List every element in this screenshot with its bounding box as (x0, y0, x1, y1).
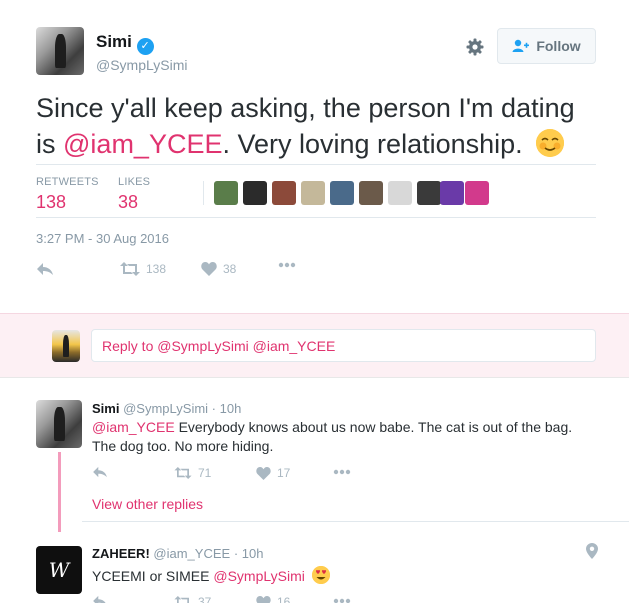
liker-avatar[interactable] (330, 181, 354, 205)
likes-stat[interactable]: LIKES 38 (118, 176, 150, 213)
like-action[interactable]: 17 (256, 466, 290, 480)
likers-avatars (203, 181, 489, 205)
more-action[interactable] (333, 598, 351, 603)
reply-icon (36, 262, 54, 276)
retweet-count: 138 (146, 262, 167, 276)
reply-body: YCEEMI or SIMEE (92, 568, 214, 584)
retweet-icon (120, 262, 140, 276)
like-count: 38 (223, 262, 237, 276)
likes-label: LIKES (118, 176, 151, 188)
retweets-stat[interactable]: RETWEETS 138 (36, 176, 99, 213)
reply-header: Simi @SympLySimi · 10h (92, 401, 241, 416)
reply-placeholder: Reply to @SympLySimi @iam_YCEE (102, 337, 336, 354)
like-count: 17 (277, 466, 291, 480)
heart-icon (256, 466, 271, 480)
liker-avatar[interactable] (440, 181, 464, 205)
author-name[interactable]: Simi (96, 32, 132, 51)
reply-action[interactable] (92, 466, 108, 478)
likes-count: 38 (118, 192, 139, 212)
reply-time[interactable]: · 10h (234, 546, 264, 561)
location-pin-icon[interactable] (586, 543, 598, 559)
tweet-mention-link[interactable]: @iam_YCEE (63, 129, 222, 159)
reply-header: ZAHEER! @iam_YCEE · 10h (92, 546, 263, 561)
reply-input[interactable]: Reply to @SympLySimi @iam_YCEE (91, 329, 596, 362)
more-action[interactable] (333, 469, 351, 475)
author-name-row[interactable]: Simi ✓ (96, 32, 154, 55)
more-dots-icon (333, 598, 351, 603)
follow-person-icon (512, 39, 530, 53)
liker-avatar[interactable] (465, 181, 489, 205)
liker-avatar[interactable] (214, 181, 238, 205)
reply-mention-link[interactable]: @iam_YCEE (92, 419, 175, 435)
tweet-text-end: . Very loving relationship. (222, 129, 523, 159)
conversation-thread-line (58, 452, 61, 532)
retweet-action[interactable]: 138 (120, 262, 166, 276)
more-dots-icon (333, 469, 351, 475)
more-action[interactable] (278, 262, 296, 268)
more-dots-icon (278, 262, 296, 268)
liker-avatar[interactable] (301, 181, 325, 205)
liker-avatar[interactable] (417, 181, 441, 205)
verified-badge-icon: ✓ (136, 38, 154, 55)
heart-icon (256, 595, 271, 603)
reply-action[interactable] (36, 262, 54, 276)
retweets-count: 138 (36, 192, 67, 212)
reply-text: @iam_YCEE Everybody knows about us now b… (92, 418, 592, 456)
like-count: 16 (277, 595, 291, 603)
reply-author-handle[interactable]: @SympLySimi (123, 401, 208, 416)
reply-icon (92, 595, 108, 603)
retweets-label: RETWEETS (36, 176, 99, 188)
tweet-text: Since y'all keep asking, the person I'm … (36, 90, 576, 162)
reply-composer: Reply to @SympLySimi @iam_YCEE (0, 313, 629, 378)
retweet-icon (174, 596, 192, 603)
heart-icon (201, 262, 217, 276)
retweet-count: 71 (198, 466, 212, 480)
divider (82, 521, 629, 522)
zaheer-logo-icon: W (48, 558, 70, 582)
blushing-emoji-icon (536, 129, 565, 157)
reply-action[interactable] (92, 595, 108, 603)
liker-avatar[interactable] (272, 181, 296, 205)
current-user-avatar[interactable] (52, 330, 80, 362)
liker-avatar[interactable] (388, 181, 412, 205)
gear-icon[interactable] (465, 37, 485, 57)
follow-label: Follow (536, 38, 581, 54)
reply-time[interactable]: · 10h (212, 401, 242, 416)
retweet-action[interactable]: 71 (174, 466, 211, 480)
divider (36, 164, 596, 165)
retweet-icon (174, 467, 192, 479)
reply-icon (92, 466, 108, 478)
follow-button[interactable]: Follow (497, 28, 596, 64)
reply-text: YCEEMI or SIMEE @SympLySimi (92, 566, 572, 586)
like-action[interactable]: 16 (256, 595, 290, 603)
liker-avatar[interactable] (243, 181, 267, 205)
reply-author-name[interactable]: ZAHEER! (92, 546, 150, 561)
retweet-action[interactable]: 37 (174, 595, 211, 603)
view-other-replies-link[interactable]: View other replies (92, 496, 203, 512)
reply-author-handle[interactable]: @iam_YCEE (153, 546, 230, 561)
author-avatar[interactable] (36, 27, 84, 75)
author-handle[interactable]: @SympLySimi (96, 57, 188, 73)
retweet-count: 37 (198, 595, 212, 603)
like-action[interactable]: 38 (201, 262, 236, 276)
reply-author-name[interactable]: Simi (92, 401, 119, 416)
reply-avatar[interactable]: W (36, 546, 82, 594)
tweet-timestamp[interactable]: 3:27 PM - 30 Aug 2016 (36, 231, 169, 246)
liker-avatar[interactable] (359, 181, 383, 205)
heart-eyes-emoji-icon (311, 566, 330, 584)
divider (36, 217, 596, 218)
reply-mention-link[interactable]: @SympLySimi (213, 568, 305, 584)
reply-avatar[interactable] (36, 400, 82, 448)
